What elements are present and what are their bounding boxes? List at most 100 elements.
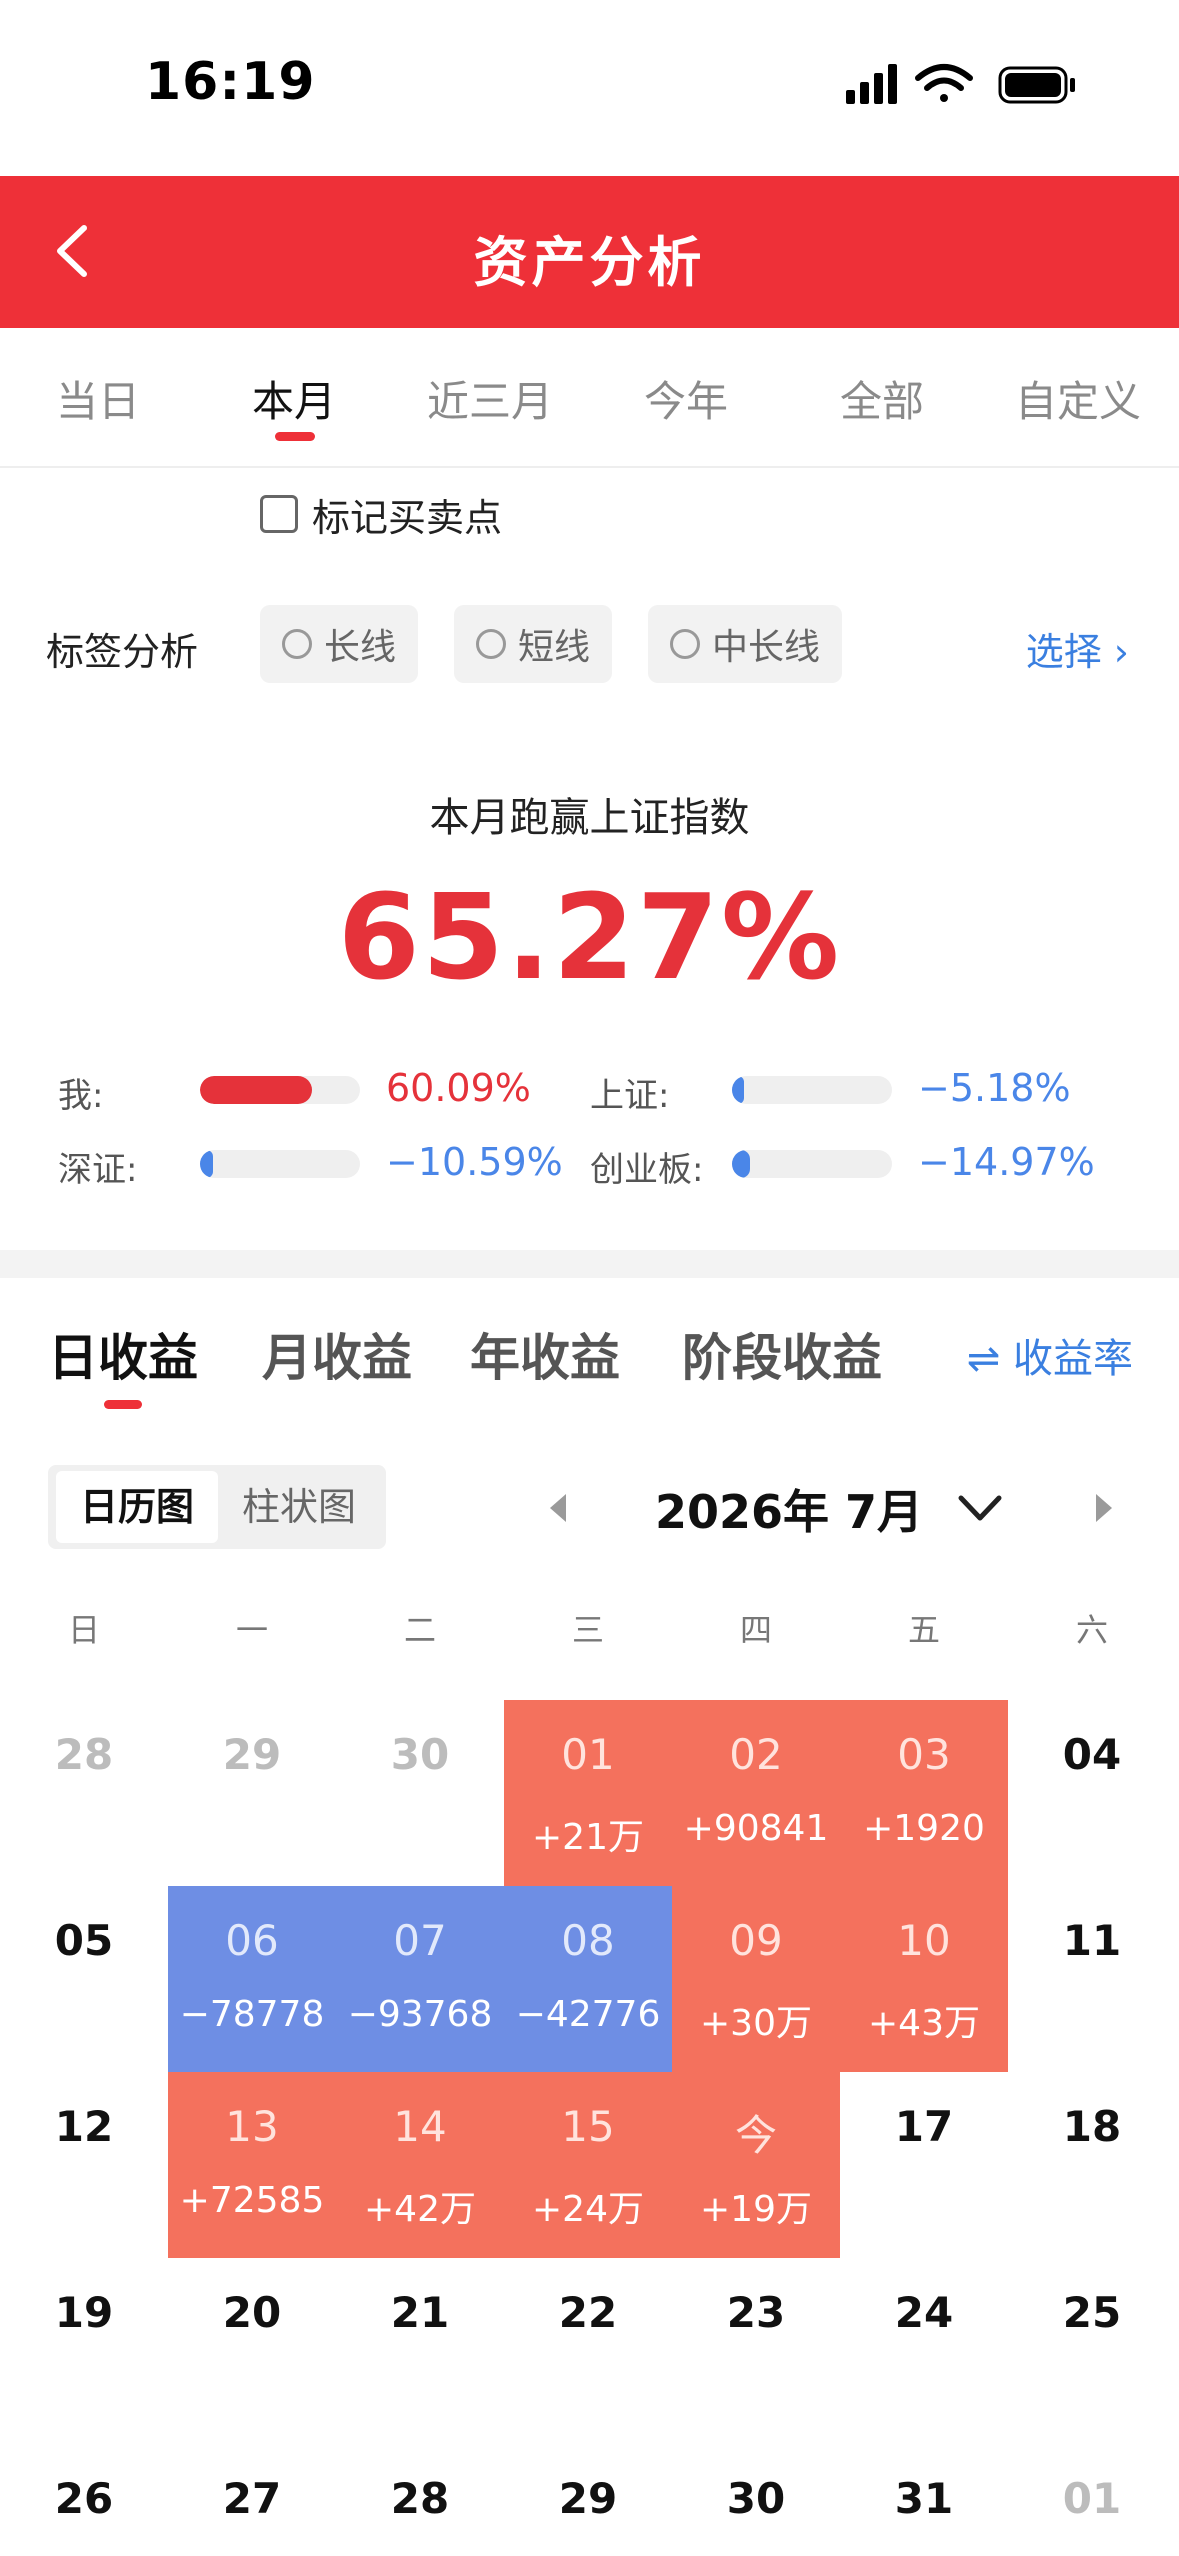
select-link[interactable]: 选择 › [1026, 621, 1129, 676]
calendar-day[interactable]: 27 [168, 2444, 336, 2556]
comparison-label: 上证: [590, 1076, 670, 1116]
calendar-day[interactable]: 09 +30万 [672, 1886, 840, 2072]
calendar-day[interactable]: 12 [0, 2072, 168, 2258]
calendar-day[interactable]: 21 [336, 2258, 504, 2444]
calendar-day[interactable]: 03 +1920 [840, 1700, 1008, 1886]
calendar-day-number: 21 [390, 2288, 450, 2337]
calendar-day[interactable]: 04 [1008, 1700, 1176, 1886]
calendar-day[interactable]: 24 [840, 2258, 1008, 2444]
calendar-day[interactable]: 19 [0, 2258, 168, 2444]
page-title: 资产分析 [473, 231, 706, 294]
tab-this-month[interactable]: 本月 [196, 368, 392, 429]
tab-period-earnings[interactable]: 阶段收益 [682, 1318, 882, 1390]
comparison-value: −10.59% [386, 1140, 563, 1184]
calendar-day[interactable]: 今 +19万 [672, 2072, 840, 2258]
tag-chip-label: 短线 [518, 627, 591, 668]
calendar-day-earnings: +90841 [683, 1808, 829, 1849]
calendar-day[interactable]: 26 [0, 2444, 168, 2556]
calendar-day-number: 08 [561, 1916, 615, 1965]
calendar-day[interactable]: 14 +42万 [336, 2072, 504, 2258]
calendar-day-earnings: +21万 [532, 1817, 644, 1858]
comparison-shanghai: 上证: −5.18% [590, 1064, 1150, 1116]
wifi-icon [915, 64, 973, 102]
next-month-icon[interactable] [1088, 1490, 1118, 1526]
calendar-day-number: 14 [393, 2102, 447, 2151]
app-header: 资产分析 [0, 176, 1179, 328]
calendar-day[interactable]: 17 [840, 2072, 1008, 2258]
calendar-day[interactable]: 30 [336, 1700, 504, 1886]
calendar-day-number: 11 [1062, 1916, 1122, 1965]
bar-view-button[interactable]: 柱状图 [218, 1471, 380, 1543]
calendar-day-number: 今 [734, 2111, 777, 2160]
tab-all[interactable]: 全部 [784, 368, 980, 429]
calendar-day[interactable]: 01 +21万 [504, 1700, 672, 1886]
yield-rate-toggle[interactable]: ⇌ 收益率 [967, 1326, 1133, 1384]
calendar-day-number: 24 [894, 2288, 954, 2337]
calendar-day-earnings: −78778 [179, 1994, 325, 2035]
active-tab-indicator [275, 432, 315, 441]
calendar-day-number: 09 [729, 1916, 783, 1965]
calendar-day-earnings: +19万 [700, 2189, 812, 2230]
calendar-day[interactable]: 15 +24万 [504, 2072, 672, 2258]
calendar-day[interactable]: 05 [0, 1886, 168, 2072]
calendar-day[interactable]: 23 [672, 2258, 840, 2444]
calendar-day[interactable]: 01 [1008, 2444, 1176, 2556]
calendar-day-number: 19 [54, 2288, 114, 2337]
calendar-day[interactable]: 06 −78778 [168, 1886, 336, 2072]
calendar-day-number: 29 [222, 1730, 282, 1779]
calendar-day-earnings: +1920 [863, 1808, 985, 1849]
calendar-day[interactable]: 08 −42776 [504, 1886, 672, 2072]
status-bar: 16:19 [0, 0, 1179, 176]
calendar-day[interactable]: 30 [672, 2444, 840, 2556]
period-tabs: 当日 本月 近三月 今年 全部 自定义 [0, 328, 1179, 468]
calendar-day[interactable]: 28 [0, 1700, 168, 1886]
tab-yearly-earnings[interactable]: 年收益 [470, 1318, 620, 1390]
tab-custom[interactable]: 自定义 [980, 368, 1176, 429]
calendar-day[interactable]: 02 +90841 [672, 1700, 840, 1886]
tab-daily-earnings[interactable]: 日收益 [48, 1318, 198, 1390]
calendar-day[interactable]: 22 [504, 2258, 672, 2444]
calendar-day-number: 15 [561, 2102, 615, 2151]
comparison-bar-fill [200, 1076, 312, 1104]
mark-points-toggle[interactable]: 标记买卖点 [260, 488, 502, 540]
calendar-day-number: 12 [54, 2102, 114, 2151]
status-icons [846, 64, 1075, 104]
section-divider [0, 1250, 1179, 1278]
summary-title: 本月跑赢上证指数 [429, 795, 750, 841]
calendar-day-number: 03 [897, 1730, 951, 1779]
weekday-label: 二 [403, 1611, 436, 1649]
chevron-down-icon[interactable] [955, 1490, 1005, 1526]
weekday-label: 日 [67, 1611, 100, 1649]
calendar-day[interactable]: 18 [1008, 2072, 1176, 2258]
calendar-day[interactable]: 07 −93768 [336, 1886, 504, 2072]
calendar-day[interactable]: 28 [336, 2444, 504, 2556]
calendar-day-number: 04 [1062, 1730, 1122, 1779]
calendar-day-earnings: +72585 [179, 2180, 325, 2221]
mark-points-checkbox[interactable] [260, 495, 298, 533]
tab-monthly-earnings[interactable]: 月收益 [262, 1318, 412, 1390]
tab-this-year[interactable]: 今年 [588, 368, 784, 429]
calendar-day[interactable]: 10 +43万 [840, 1886, 1008, 2072]
calendar-day[interactable]: 29 [504, 2444, 672, 2556]
tag-chip-mid-long[interactable]: 中长线 [648, 605, 843, 683]
calendar-day-number: 29 [558, 2474, 618, 2523]
tab-three-months[interactable]: 近三月 [392, 368, 588, 429]
calendar-day-number: 13 [225, 2102, 279, 2151]
calendar-day[interactable]: 20 [168, 2258, 336, 2444]
calendar-day[interactable]: 11 [1008, 1886, 1176, 2072]
battery-icon [998, 66, 1075, 104]
tab-today[interactable]: 当日 [0, 368, 196, 429]
tag-chip-long[interactable]: 长线 [260, 605, 419, 683]
month-label: 2026年 7月 [655, 1485, 924, 1539]
calendar-day[interactable]: 29 [168, 1700, 336, 1886]
calendar-day[interactable]: 13 +72585 [168, 2072, 336, 2258]
calendar-day-number: 26 [54, 2474, 114, 2523]
calendar-day[interactable]: 31 [840, 2444, 1008, 2556]
calendar-view-button[interactable]: 日历图 [56, 1471, 218, 1543]
calendar-day-earnings: +42万 [364, 2189, 476, 2230]
calendar-day-number: 20 [222, 2288, 282, 2337]
tag-chip-short[interactable]: 短线 [454, 605, 613, 683]
comparison-label: 深证: [58, 1150, 138, 1190]
prev-month-icon[interactable] [544, 1490, 574, 1526]
calendar-day[interactable]: 25 [1008, 2258, 1176, 2444]
